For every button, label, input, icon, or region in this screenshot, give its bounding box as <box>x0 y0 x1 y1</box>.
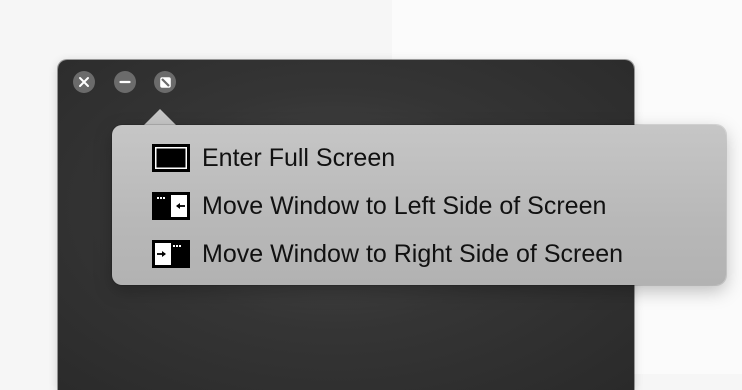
window-tiling-menu: Enter Full Screen Move Window to Left Si… <box>112 125 726 285</box>
menu-item-move-right[interactable]: Move Window to Right Side of Screen <box>152 234 623 274</box>
menu-item-enter-full-screen[interactable]: Enter Full Screen <box>152 138 395 178</box>
menu-item-label: Move Window to Left Side of Screen <box>202 191 607 220</box>
menu-item-label: Enter Full Screen <box>202 143 396 172</box>
fullscreen-button[interactable] <box>154 71 176 93</box>
tile-right-icon <box>152 240 190 268</box>
close-icon <box>78 76 90 88</box>
tile-left-icon <box>152 192 190 220</box>
menu-item-label: Move Window to Right Side of Screen <box>202 239 624 268</box>
minimize-button[interactable] <box>114 71 136 93</box>
close-button[interactable] <box>73 71 95 93</box>
minimize-icon <box>119 76 131 88</box>
popover-arrow <box>143 109 177 126</box>
fullscreen-icon <box>159 76 172 89</box>
enter-full-screen-icon <box>152 144 190 172</box>
menu-item-move-left[interactable]: Move Window to Left Side of Screen <box>152 186 606 226</box>
